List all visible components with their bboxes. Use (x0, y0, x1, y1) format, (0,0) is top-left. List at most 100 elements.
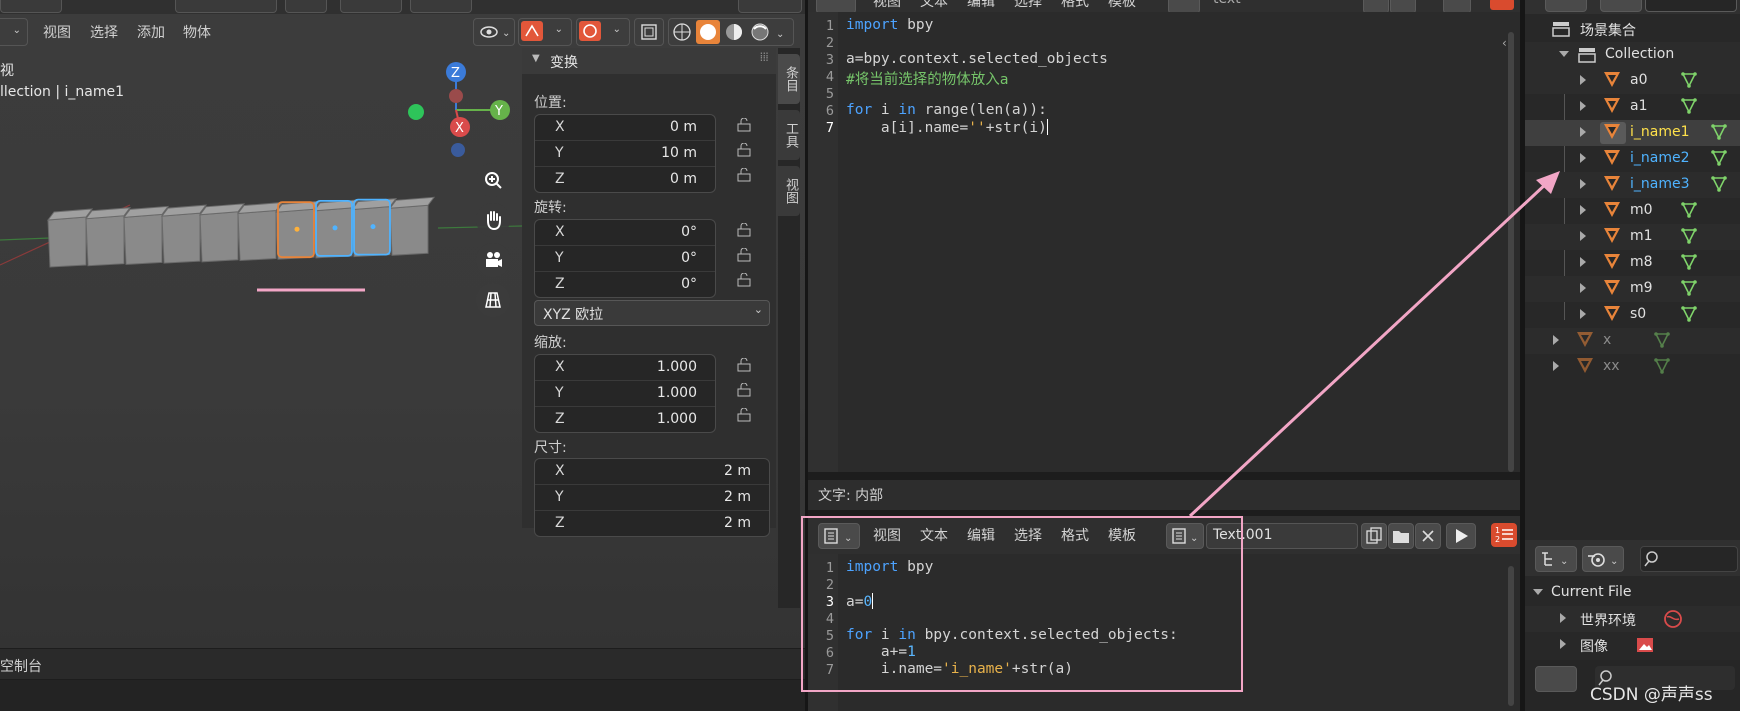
menu-text[interactable]: 文本 (920, 0, 948, 11)
images-row[interactable]: 图像 (1525, 632, 1740, 658)
text-name-field[interactable]: text (1213, 0, 1241, 7)
unlink-text-button[interactable] (1415, 523, 1441, 549)
transform-panel-header[interactable]: ▼ 变换 ⁞⁞⁞ (522, 48, 776, 74)
new-text-button[interactable] (1361, 523, 1387, 549)
mesh-data-icon[interactable] (1653, 331, 1671, 349)
line-numbers-toggle-icon[interactable] (1490, 0, 1514, 10)
dimensions-y-field[interactable]: Y2 m (535, 485, 769, 511)
expand-arrow-icon[interactable] (1580, 153, 1586, 163)
code-line[interactable]: a=bpy.context.selected_objects (846, 51, 1108, 67)
console-header[interactable]: 空制台 (0, 649, 805, 679)
navigation-gizmo[interactable]: Z Y X (400, 55, 515, 160)
menu-edit[interactable]: 编辑 (967, 0, 995, 11)
bottom-text-editor[interactable]: 1 import bpy 2 3 a=0 4 5 for i in bpy.context.s… (808, 554, 1520, 711)
blender-file-button[interactable]: ⌄ (1582, 546, 1624, 572)
vertical-scrollbar[interactable] (1508, 32, 1514, 472)
expand-arrow-icon[interactable] (1580, 205, 1586, 215)
code-line[interactable]: a[i].name=''+str(i) (846, 119, 1048, 136)
console-area[interactable] (0, 680, 805, 711)
dimensions-z-field[interactable]: Z2 m (535, 511, 769, 536)
object-row[interactable]: a1 (1525, 94, 1740, 120)
filter-button[interactable] (1600, 0, 1642, 12)
menu-text[interactable]: 文本 (920, 525, 948, 545)
text-browse-button[interactable]: ⌄ (1166, 523, 1204, 549)
current-file-row[interactable]: Current File (1525, 580, 1740, 606)
expand-arrow-icon[interactable] (1580, 101, 1586, 111)
dimensions-x-field[interactable]: X2 m (535, 459, 769, 485)
menu-edit[interactable]: 编辑 (967, 525, 995, 545)
mesh-data-icon[interactable] (1653, 357, 1671, 375)
zoom-button[interactable] (476, 163, 510, 197)
expand-arrow-icon[interactable] (1559, 51, 1569, 57)
mesh-data-icon[interactable] (1680, 71, 1698, 89)
expand-arrow-icon[interactable] (1560, 639, 1566, 649)
object-row[interactable]: a0 (1525, 68, 1740, 94)
lock-icon[interactable] (736, 383, 754, 397)
gizmo-toggle-icon[interactable] (521, 21, 543, 41)
lock-icon[interactable] (736, 248, 754, 262)
expand-arrow-icon[interactable] (1560, 613, 1566, 623)
expand-arrow-icon[interactable] (1580, 179, 1586, 189)
code-line[interactable]: import bpy (846, 17, 933, 33)
lock-icon[interactable] (736, 223, 754, 237)
location-z-field[interactable]: Z0 m (535, 167, 715, 192)
object-row[interactable]: m8 (1525, 250, 1740, 276)
code-line[interactable]: #将当前选择的物体放入a (846, 68, 1008, 89)
gizmo-dropdown[interactable]: ⌄ (518, 18, 572, 46)
object-row[interactable]: m9 (1525, 276, 1740, 302)
perspective-toggle-button[interactable] (476, 283, 510, 317)
menu-view[interactable]: 视图 (873, 0, 901, 11)
expand-arrow-icon[interactable] (1580, 309, 1586, 319)
world-row[interactable]: 世界环境 (1525, 606, 1740, 632)
code-line[interactable]: import bpy (846, 559, 933, 575)
expand-arrow-icon[interactable] (1553, 361, 1559, 371)
camera-view-button[interactable] (476, 243, 510, 277)
code-line[interactable]: a+=1 (846, 644, 916, 660)
mesh-data-icon[interactable] (1680, 97, 1698, 115)
object-row[interactable]: xx (1525, 354, 1740, 380)
lock-icon[interactable] (736, 408, 754, 422)
expand-arrow-icon[interactable] (1580, 257, 1586, 267)
location-x-field[interactable]: X0 m (535, 115, 715, 141)
rotation-x-field[interactable]: X 0° (535, 220, 715, 246)
rotation-mode-select[interactable]: XYZ 欧拉 ⌄ (534, 300, 770, 326)
shading-modes[interactable]: ⌄ (668, 18, 794, 46)
editor-type-button[interactable]: ⌄ (818, 523, 860, 549)
menu-templates[interactable]: 模板 (1108, 525, 1136, 545)
overlay-dropdown[interactable]: ⌄ (576, 18, 630, 46)
text-name-field[interactable]: Text.001 (1206, 523, 1358, 549)
expand-arrow-icon[interactable] (1580, 283, 1586, 293)
object-row[interactable]: i_name2 (1525, 146, 1740, 172)
editor-type-button[interactable] (1535, 666, 1577, 692)
drag-handle-icon[interactable]: ⁞⁞⁞ (760, 50, 770, 64)
mesh-data-icon[interactable] (1710, 123, 1728, 141)
top-text-editor[interactable]: 1 import bpy 2 3 a=bpy.context.selected_obje… (808, 12, 1520, 472)
code-line[interactable]: a=0 (846, 593, 874, 610)
scale-y-field[interactable]: Y 1.000 (535, 381, 715, 407)
object-row[interactable]: i_name1 (1525, 120, 1740, 146)
lock-icon[interactable] (736, 273, 754, 287)
expand-arrow-icon[interactable] (1580, 127, 1586, 137)
expand-arrow-icon[interactable] (1580, 75, 1586, 85)
lock-icon[interactable] (736, 143, 754, 157)
collection-row[interactable]: Collection (1525, 42, 1740, 68)
display-mode-button[interactable] (1545, 0, 1587, 12)
lock-icon[interactable] (736, 168, 754, 182)
lock-icon[interactable] (736, 358, 754, 372)
mesh-data-icon[interactable] (1710, 149, 1728, 167)
object-row[interactable]: x (1525, 328, 1740, 354)
expand-arrow-icon[interactable] (1533, 589, 1543, 595)
run-script-button[interactable] (1446, 523, 1476, 549)
object-row[interactable]: i_name3 (1525, 172, 1740, 198)
location-y-field[interactable]: Y 10 m (535, 141, 715, 167)
menu-format[interactable]: 格式 (1061, 525, 1089, 545)
line-numbers-toggle[interactable]: 12 (1491, 523, 1517, 547)
lock-icon[interactable] (736, 118, 754, 132)
scale-x-field[interactable]: X 1.000 (535, 355, 715, 381)
expand-arrow-icon[interactable] (1553, 335, 1559, 345)
menu-select[interactable]: 选择 (1014, 0, 1042, 11)
menu-view[interactable]: 视图 (873, 525, 901, 545)
mesh-data-icon[interactable] (1680, 201, 1698, 219)
xray-toggle[interactable] (634, 18, 664, 46)
3d-viewport[interactable]: ⌄ 视图 选择 添加 物体 ⌄ ⌄ ⌄ ⌄ 视 llection | i_nam… (0, 0, 805, 648)
